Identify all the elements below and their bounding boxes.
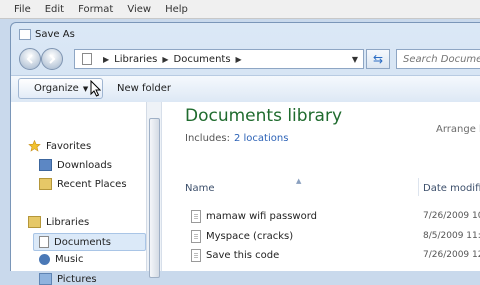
navigation-pane: Favorites Downloads Recent Places Librar…	[11, 102, 146, 285]
refresh-icon: ⇆	[372, 52, 384, 66]
save-as-dialog: Save As ▶ Libraries ▶ Documents ▶ ▼ ⇆ Se…	[10, 22, 480, 285]
file-row[interactable]: Myspace (cracks) 8/5/2009 11:16	[191, 227, 480, 245]
text-file-icon	[191, 229, 201, 243]
menu-view[interactable]: View	[120, 4, 158, 15]
nav-downloads[interactable]: Downloads	[39, 159, 112, 171]
breadcrumb-arrow-icon[interactable]: ▶	[103, 55, 109, 64]
nav-pictures[interactable]: Pictures	[39, 273, 97, 285]
forward-arrow-icon	[49, 54, 56, 64]
menu-help[interactable]: Help	[158, 4, 195, 15]
search-input[interactable]	[403, 53, 480, 65]
library-title: Documents library	[185, 106, 343, 126]
arrange-by-label[interactable]: Arrange by:	[436, 124, 480, 135]
nav-favorites[interactable]: Favorites	[28, 140, 91, 152]
library-icon	[82, 53, 92, 65]
text-file-icon	[191, 248, 201, 262]
star-icon	[28, 140, 41, 152]
file-date: 7/26/2009 12:1	[423, 250, 480, 260]
file-name: mamaw wifi password	[206, 210, 318, 222]
navigation-row: ▶ Libraries ▶ Documents ▶ ▼ ⇆	[11, 47, 480, 73]
dialog-body: Favorites Downloads Recent Places Librar…	[11, 102, 480, 285]
nav-documents-label: Documents	[54, 236, 112, 248]
downloads-folder-icon	[39, 159, 52, 171]
breadcrumb-arrow-icon[interactable]: ▶	[236, 55, 242, 64]
refresh-button[interactable]: ⇆	[366, 49, 390, 69]
file-row[interactable]: mamaw wifi password 7/26/2009 10:2	[191, 207, 480, 225]
back-button[interactable]	[19, 48, 41, 70]
nav-recent-places[interactable]: Recent Places	[39, 178, 127, 190]
menu-edit[interactable]: Edit	[38, 4, 71, 15]
recent-places-icon	[39, 178, 52, 190]
nav-music[interactable]: Music	[39, 254, 83, 265]
search-box[interactable]	[396, 49, 480, 69]
organize-label: Organize	[34, 83, 79, 94]
nav-libraries[interactable]: Libraries	[28, 216, 89, 228]
file-date: 7/26/2009 10:2	[423, 211, 480, 221]
nav-downloads-label: Downloads	[57, 159, 112, 171]
dialog-title: Save As	[35, 28, 75, 40]
nav-libraries-label: Libraries	[46, 216, 90, 228]
column-divider[interactable]	[418, 178, 419, 196]
menu-file[interactable]: File	[0, 4, 38, 15]
file-row[interactable]: Save this code 7/26/2009 12:1	[191, 246, 480, 264]
file-name: Save this code	[206, 249, 280, 261]
text-file-icon	[191, 209, 201, 223]
column-header-name[interactable]: Name	[185, 183, 215, 194]
breadcrumb-arrow-icon[interactable]: ▶	[162, 55, 168, 64]
address-bar[interactable]: ▶ Libraries ▶ Documents ▶ ▼	[74, 49, 364, 69]
dialog-icon	[19, 28, 31, 40]
file-name: Myspace (cracks)	[206, 230, 294, 242]
column-header-date-modified[interactable]: Date modified	[423, 183, 480, 194]
nav-favorites-label: Favorites	[46, 140, 92, 152]
address-dropdown-icon[interactable]: ▼	[347, 50, 363, 68]
sort-ascending-icon: ▲	[296, 177, 302, 185]
mouse-cursor-icon	[90, 80, 101, 97]
locations-link[interactable]: 2 locations	[234, 133, 288, 144]
nav-music-label: Music	[55, 254, 84, 265]
pictures-icon	[39, 273, 52, 285]
scrollbar-thumb[interactable]	[149, 118, 160, 278]
menu-bar: File Edit Format View Help	[0, 0, 480, 19]
nav-recent-places-label: Recent Places	[57, 178, 127, 190]
breadcrumb-documents[interactable]: Documents	[174, 54, 231, 65]
file-date: 8/5/2009 11:16	[423, 231, 480, 241]
music-icon	[39, 254, 50, 265]
documents-icon	[39, 236, 49, 248]
new-folder-button[interactable]: New folder	[117, 83, 171, 94]
forward-button[interactable]	[41, 48, 63, 70]
file-list-pane: Documents library Includes: 2 locations A…	[162, 102, 480, 271]
includes-label: Includes:	[185, 133, 230, 144]
libraries-folder-icon	[28, 216, 41, 228]
nav-documents[interactable]: Documents	[33, 233, 146, 251]
back-arrow-icon	[26, 54, 33, 64]
chevron-down-icon: ▼	[82, 84, 89, 93]
nav-pictures-label: Pictures	[57, 273, 97, 285]
toolbar: Organize ▼ New folder	[11, 75, 480, 103]
includes-line: Includes: 2 locations	[185, 133, 288, 144]
menu-format[interactable]: Format	[71, 4, 120, 15]
nav-scrollbar[interactable]	[146, 102, 162, 278]
title-bar: Save As	[11, 23, 480, 45]
breadcrumb-libraries[interactable]: Libraries	[114, 54, 157, 65]
